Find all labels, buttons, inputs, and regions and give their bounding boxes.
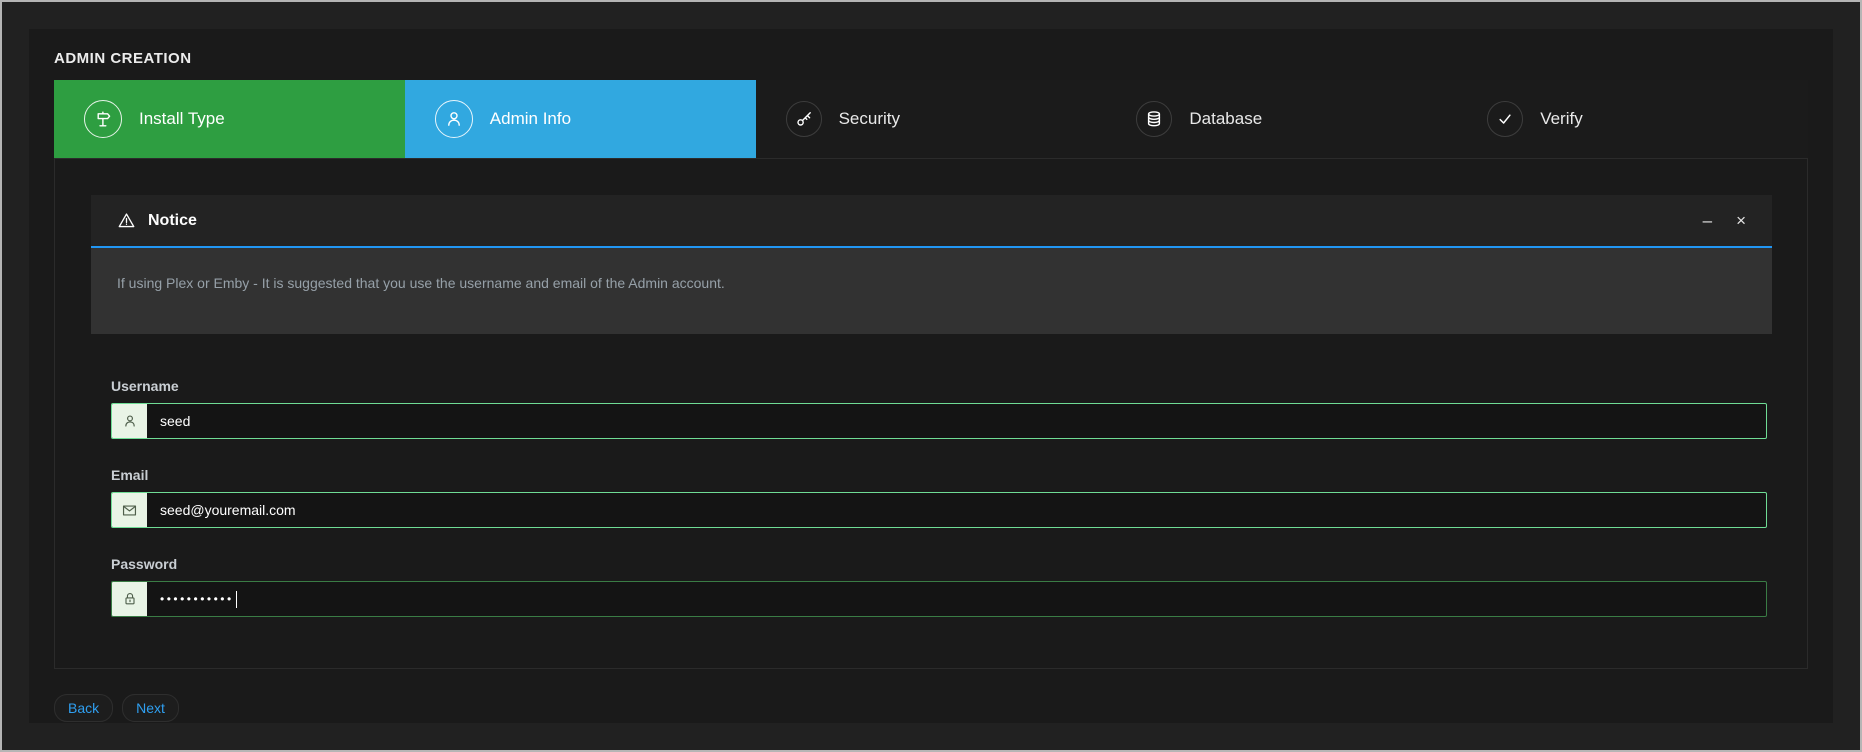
notice-header: Notice – × <box>91 195 1772 248</box>
tab-label: Admin Info <box>490 109 571 129</box>
close-button[interactable]: × <box>1736 212 1746 229</box>
page-title: ADMIN CREATION <box>54 50 1808 67</box>
text-caret <box>236 591 238 608</box>
tab-label: Database <box>1189 109 1262 129</box>
password-label: Password <box>111 556 1767 572</box>
wizard-content-panel: Notice – × If using Plex or Emby - It is… <box>54 158 1808 669</box>
password-input-row[interactable]: ••••••••••• <box>111 581 1767 617</box>
tab-label: Security <box>839 109 900 129</box>
tab-install-type[interactable]: Install Type <box>54 80 405 158</box>
mail-icon <box>112 493 147 527</box>
notice-body-text: If using Plex or Emby - It is suggested … <box>91 248 1772 334</box>
email-label: Email <box>111 467 1767 483</box>
person-icon <box>112 404 147 438</box>
wizard-tabbar: Install Type Admin Info <box>54 80 1808 158</box>
username-label: Username <box>111 378 1767 394</box>
minimize-button[interactable]: – <box>1703 212 1712 229</box>
password-field-group: Password ••••••••••• <box>111 556 1767 617</box>
tab-verify[interactable]: Verify <box>1457 80 1808 158</box>
signpost-icon <box>84 100 122 138</box>
tab-label: Verify <box>1540 109 1583 129</box>
notice-panel: Notice – × If using Plex or Emby - It is… <box>91 195 1772 334</box>
username-field-group: Username <box>111 378 1767 439</box>
person-icon <box>435 100 473 138</box>
email-field-group: Email <box>111 467 1767 528</box>
next-button[interactable]: Next <box>122 694 179 722</box>
tab-admin-info[interactable]: Admin Info <box>405 80 756 158</box>
password-masked-text: ••••••••••• <box>160 581 234 617</box>
tab-security[interactable]: Security <box>756 80 1107 158</box>
email-input[interactable] <box>147 493 1766 527</box>
check-icon <box>1487 101 1523 137</box>
username-input[interactable] <box>147 404 1766 438</box>
notice-title: Notice <box>148 212 197 230</box>
back-button[interactable]: Back <box>54 694 113 722</box>
key-icon <box>786 101 822 137</box>
database-icon <box>1136 101 1172 137</box>
password-value: ••••••••••• <box>147 582 237 616</box>
username-input-row <box>111 403 1767 439</box>
lock-icon <box>112 582 147 616</box>
wizard-footer: Back Next <box>54 694 1808 722</box>
admin-info-form: Username Email <box>111 378 1767 617</box>
email-input-row <box>111 492 1767 528</box>
tab-database[interactable]: Database <box>1106 80 1457 158</box>
warning-icon <box>117 211 136 230</box>
tab-label: Install Type <box>139 109 225 129</box>
admin-creation-card: ADMIN CREATION Install Type <box>29 29 1833 723</box>
screen: ADMIN CREATION Install Type <box>0 0 1862 752</box>
